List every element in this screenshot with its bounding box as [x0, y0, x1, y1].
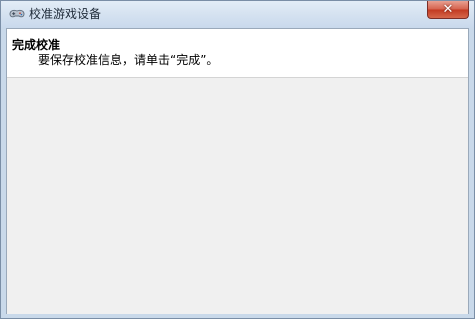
- wizard-client-area: 完成校准 要保存校准信息，请单击“完成”。: [6, 28, 469, 315]
- page-subtitle: 要保存校准信息，请单击“完成”。: [38, 53, 219, 67]
- game-controller-icon: [9, 9, 25, 18]
- wizard-header: 完成校准 要保存校准信息，请单击“完成”。: [7, 29, 468, 78]
- title-bar[interactable]: 校准游戏设备 ✕: [1, 1, 474, 28]
- close-button[interactable]: ✕: [427, 1, 469, 19]
- calibration-window: 校准游戏设备 ✕ 完成校准 要保存校准信息，请单击“完成”。: [0, 0, 475, 319]
- window-bottom-border: [1, 314, 474, 318]
- page-title: 完成校准: [12, 38, 61, 52]
- wizard-body: [7, 78, 468, 314]
- window-title: 校准游戏设备: [29, 7, 102, 21]
- close-icon: ✕: [442, 2, 454, 17]
